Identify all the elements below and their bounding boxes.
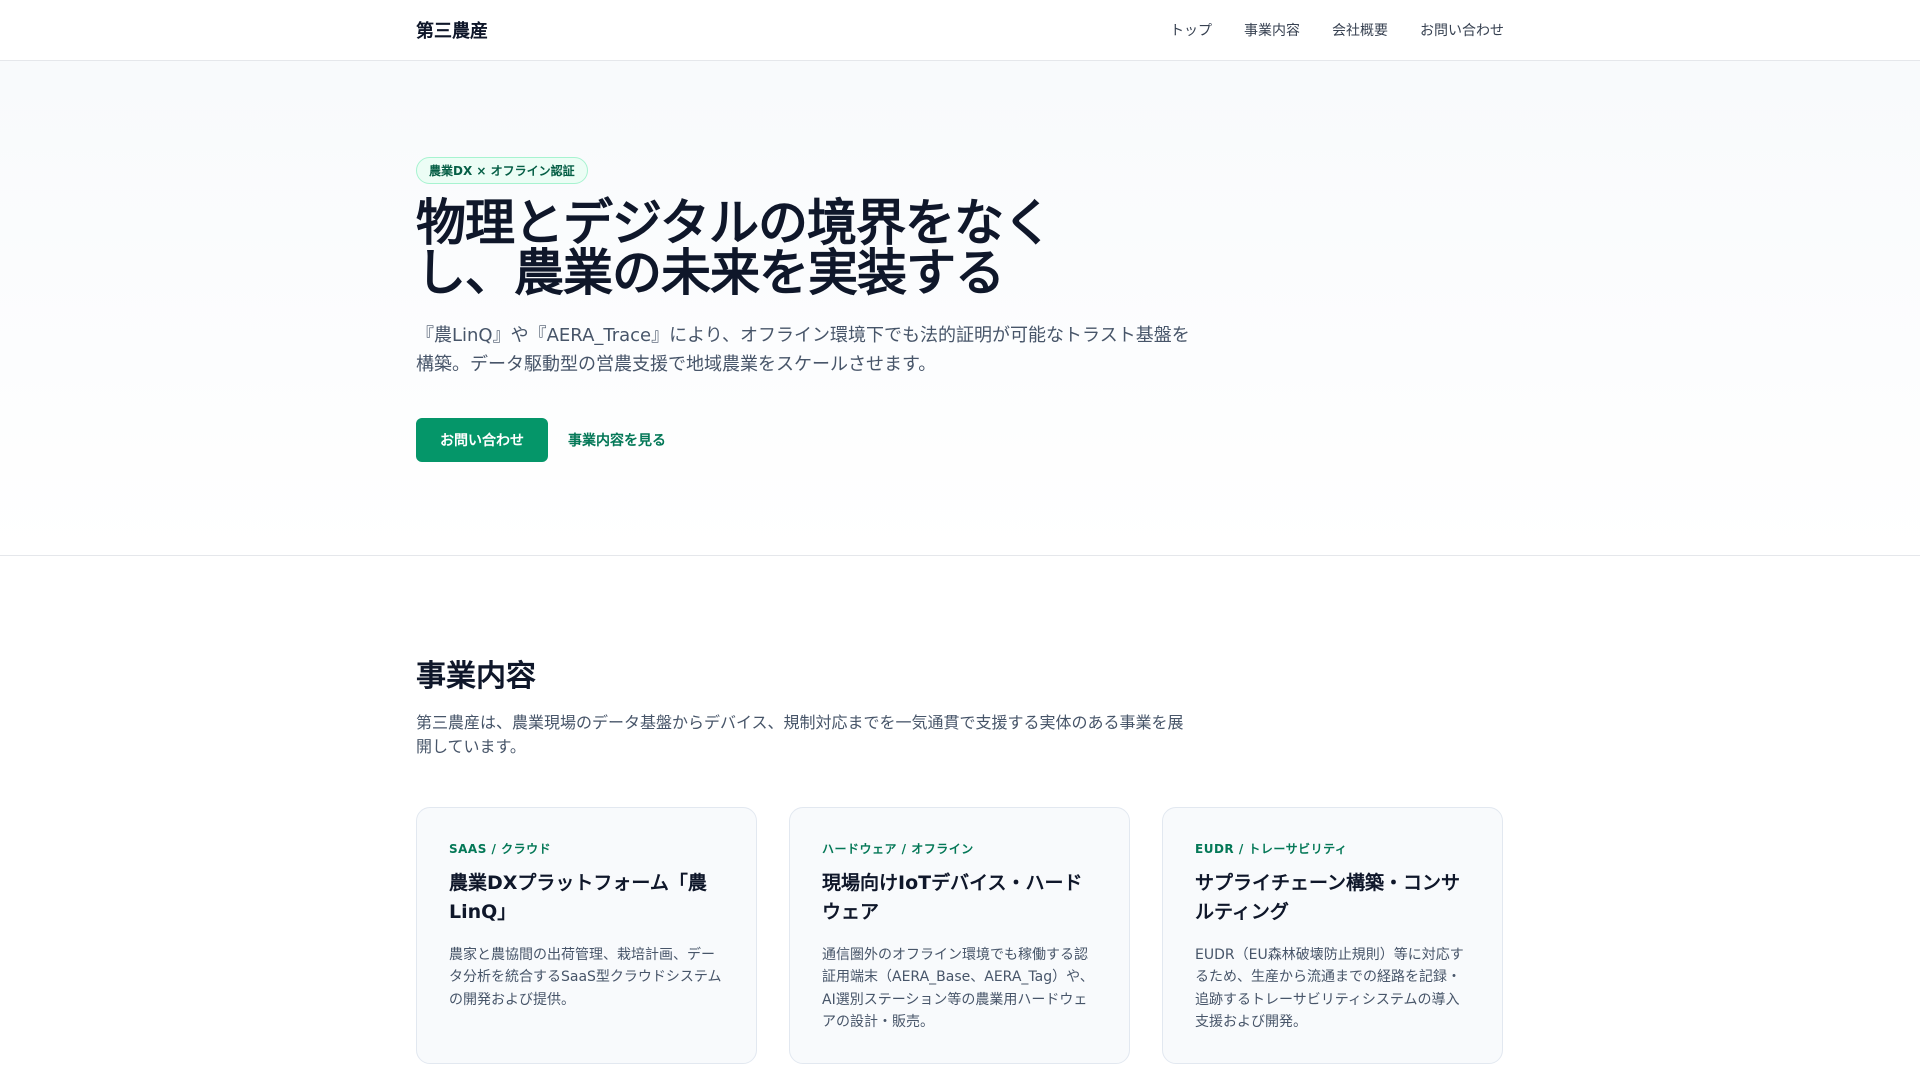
service-card-saas: SAAS / クラウド 農業DXプラットフォーム「農LinQ」 農家と農協間の出… — [416, 807, 757, 1064]
card-text: 通信圏外のオフライン環境でも稼働する認証用端末（AERA_Base、AERA_T… — [822, 947, 1094, 1031]
card-tag: SAAS / クラウド — [449, 842, 552, 856]
hero-container: 農業DX × オフライン認証 物理とデジタルの境界をなくし、農業の未来を実装する… — [416, 61, 1504, 462]
section-description: 第三農産は、農業現場のデータ基盤からデバイス、規制対応までを一気通貫で支援する実… — [416, 713, 1184, 756]
card-title: 現場向けIoTデバイス・ハードウェア — [822, 872, 1083, 923]
hero-lead: 『農LinQ』や『AERA_Trace』により、オフライン環境下でも法的証明が可… — [416, 325, 1190, 375]
nav-item-services[interactable]: 事業内容 — [1244, 20, 1300, 40]
card-text: EUDR（EU森林破壊防止規則）等に対応するため、生産から流通までの経路を記録・… — [1195, 947, 1464, 1031]
contact-button[interactable]: お問い合わせ — [416, 417, 548, 462]
hero-actions: お問い合わせ 事業内容を見る — [416, 417, 1504, 462]
card-title: サプライチェーン構築・コンサルティング — [1195, 872, 1461, 923]
card-tag: ハードウェア / オフライン — [822, 842, 974, 856]
section-title: 事業内容 — [416, 659, 536, 694]
site-header: 第三農産 トップ 事業内容 会社概要 お問い合わせ — [0, 0, 1920, 61]
brand-logo[interactable]: 第三農産 — [416, 17, 488, 43]
services-container: 事業内容 第三農産は、農業現場のデータ基盤からデバイス、規制対応までを一気通貫で… — [416, 556, 1504, 1064]
card-tag: EUDR / トレーサビリティ — [1195, 842, 1348, 856]
view-services-link[interactable]: 事業内容を見る — [568, 430, 666, 450]
header-container: 第三農産 トップ 事業内容 会社概要 お問い合わせ — [416, 0, 1504, 60]
service-cards: SAAS / クラウド 農業DXプラットフォーム「農LinQ」 農家と農協間の出… — [416, 807, 1504, 1064]
hero-section: 農業DX × オフライン認証 物理とデジタルの境界をなくし、農業の未来を実装する… — [0, 61, 1920, 556]
hero-title: 物理とデジタルの境界をなくし、農業の未来を実装する — [416, 194, 1053, 302]
services-section: 事業内容 第三農産は、農業現場のデータ基盤からデバイス、規制対応までを一気通貫で… — [0, 556, 1920, 1064]
nav-item-company[interactable]: 会社概要 — [1332, 20, 1388, 40]
nav-item-top[interactable]: トップ — [1170, 20, 1212, 40]
nav-item-contact[interactable]: お問い合わせ — [1420, 20, 1504, 40]
service-card-hardware: ハードウェア / オフライン 現場向けIoTデバイス・ハードウェア 通信圏外のオ… — [789, 807, 1130, 1064]
card-text: 農家と農協間の出荷管理、栽培計画、データ分析を統合するSaaS型クラウドシステム… — [449, 947, 722, 1008]
card-title: 農業DXプラットフォーム「農LinQ」 — [449, 872, 707, 923]
service-card-eudr: EUDR / トレーサビリティ サプライチェーン構築・コンサルティング EUDR… — [1162, 807, 1503, 1064]
main-nav: トップ 事業内容 会社概要 お問い合わせ — [1170, 20, 1504, 40]
hero-badge: 農業DX × オフライン認証 — [416, 157, 588, 184]
